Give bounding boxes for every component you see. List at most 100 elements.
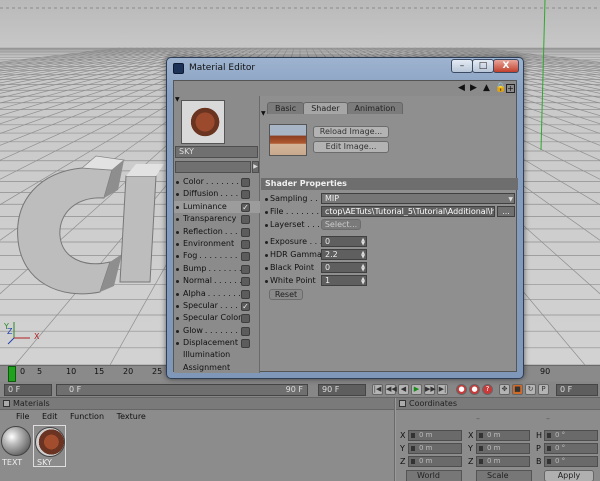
hdr-gamma-field[interactable]: 2.2 ▲ ▼	[321, 249, 367, 260]
channel-checkbox[interactable]	[241, 239, 250, 249]
spinner-icon[interactable]: ▲ ▼	[361, 238, 365, 247]
spinner-icon[interactable]: ▲ ▼	[361, 277, 365, 286]
size-y-field[interactable]: 0 m	[476, 443, 530, 454]
channel-item[interactable]: Glow. . . . . . . .	[174, 325, 260, 337]
pos-x-field[interactable]: 0 m	[408, 430, 462, 441]
channel-checkbox[interactable]	[241, 264, 250, 274]
param-key-icon[interactable]: P	[538, 384, 549, 395]
autokey-icon[interactable]: ●	[469, 384, 480, 395]
tab-shader[interactable]: Shader	[303, 102, 348, 114]
scale-key-icon[interactable]: ■	[512, 384, 523, 395]
plus-icon[interactable]: +	[506, 84, 515, 93]
white-point-field[interactable]: 1 ▲ ▼	[321, 275, 367, 286]
fps-field[interactable]: 0 F	[556, 384, 598, 396]
coordinate-mode-dropdown[interactable]: World	[406, 470, 462, 481]
preview-menu-icon[interactable]: ▼	[175, 96, 180, 103]
black-point-field[interactable]: 0 ▲ ▼	[321, 262, 367, 273]
spinner-icon[interactable]: ▲ ▼	[361, 251, 365, 260]
arrow-right-icon[interactable]: ▶	[470, 84, 477, 93]
maximize-button[interactable]: □	[472, 59, 494, 73]
close-button[interactable]: X	[493, 59, 519, 73]
channel-checkbox[interactable]	[241, 215, 250, 225]
channel-item[interactable]: Color. . . . . . .	[174, 176, 260, 188]
minimize-button[interactable]: –	[451, 59, 473, 73]
apply-button[interactable]: Apply	[544, 470, 594, 481]
channel-item[interactable]: Assignment	[174, 362, 260, 374]
rotate-key-icon[interactable]: ↻	[525, 384, 536, 395]
channel-item[interactable]: Fog. . . . . . . .	[174, 250, 260, 262]
channel-item[interactable]: Specular Color	[174, 312, 260, 324]
shader-menu-icon[interactable]: ▼	[261, 110, 266, 117]
rot-p-field[interactable]: 0 °	[544, 443, 598, 454]
channel-item[interactable]: Bump. . . . . . .	[174, 263, 260, 275]
panel-menu-icon[interactable]	[399, 400, 406, 407]
play-back-icon[interactable]: ◀	[398, 384, 409, 395]
expand-arrow-icon[interactable]: ▶	[252, 161, 259, 173]
reset-button[interactable]: Reset	[269, 289, 303, 300]
material-swatch-sky[interactable]: SKY	[33, 425, 66, 467]
file-path-field[interactable]: ctop\AETuts\Tutorial_5\Tutorial\Addition…	[321, 206, 495, 217]
window-title-bar[interactable]: Material Editor – □ X	[167, 58, 523, 79]
play-icon[interactable]: ▶	[411, 384, 422, 395]
channel-checkbox[interactable]	[241, 289, 250, 299]
layerset-select-button[interactable]: Select...	[321, 219, 361, 230]
edit-image-button[interactable]: Edit Image...	[313, 141, 389, 153]
size-x-field[interactable]: 0 m	[476, 430, 530, 441]
move-key-icon[interactable]: ✥	[499, 384, 510, 395]
channel-item[interactable]: Normal. . . . . .	[174, 275, 260, 287]
channel-item[interactable]: Alpha. . . . . . .	[174, 288, 260, 300]
menu-file[interactable]: File	[16, 412, 29, 421]
channel-checkbox[interactable]: ✓	[241, 202, 250, 212]
current-frame-field[interactable]: 0 F	[4, 384, 52, 396]
exposure-field[interactable]: 0 ▲ ▼	[321, 236, 367, 247]
record-icon[interactable]: ●	[456, 384, 467, 395]
channel-checkbox[interactable]	[241, 339, 250, 349]
pos-y-field[interactable]: 0 m	[408, 443, 462, 454]
next-key-icon[interactable]: ▶▶	[424, 384, 436, 395]
sampling-dropdown[interactable]: MIP ▼	[321, 193, 515, 204]
tab-basic[interactable]: Basic	[267, 102, 305, 114]
channel-item[interactable]: Illumination	[174, 349, 260, 361]
channel-item[interactable]: Luminance ✓	[174, 200, 260, 214]
tab-animation[interactable]: Animation	[346, 102, 404, 114]
keyframe-help-icon[interactable]: ?	[482, 384, 493, 395]
channel-checkbox[interactable]	[241, 178, 250, 187]
end-frame-field[interactable]: 90 F	[318, 384, 366, 396]
spinner-icon[interactable]: ▲ ▼	[361, 264, 365, 273]
channel-checkbox[interactable]	[241, 190, 250, 200]
range-slider[interactable]: 0 F 90 F	[56, 384, 308, 396]
material-preview-icon[interactable]	[181, 100, 225, 144]
3d-text-object[interactable]	[17, 155, 164, 295]
up-arrow-icon[interactable]: ▲	[483, 84, 490, 93]
menu-edit[interactable]: Edit	[42, 412, 58, 421]
channel-item[interactable]: Displacement	[174, 337, 260, 349]
arrow-left-icon[interactable]: ◀	[458, 84, 465, 93]
rot-h-field[interactable]: 0 °	[544, 430, 598, 441]
pos-z-field[interactable]: 0 m	[408, 456, 462, 467]
time-cursor[interactable]	[8, 366, 16, 382]
prev-key-icon[interactable]: ◀◀	[385, 384, 397, 395]
material-name-field[interactable]: SKY	[175, 146, 258, 158]
channel-checkbox[interactable]	[241, 277, 250, 287]
channel-item[interactable]: Environment	[174, 238, 260, 250]
reload-image-button[interactable]: Reload Image...	[313, 126, 389, 138]
size-z-field[interactable]: 0 m	[476, 456, 530, 467]
panel-menu-icon[interactable]	[3, 400, 10, 407]
menu-function[interactable]: Function	[70, 412, 104, 421]
menu-texture[interactable]: Texture	[117, 412, 146, 421]
channel-item[interactable]: Specular. . . . . ✓	[174, 300, 260, 312]
channel-checkbox[interactable]	[241, 326, 250, 336]
channel-item[interactable]: Diffusion. . . . .	[174, 188, 260, 200]
material-name-bar[interactable]	[175, 161, 251, 173]
browse-button[interactable]: ...	[497, 206, 515, 217]
size-mode-dropdown[interactable]: Scale	[476, 470, 532, 481]
channel-item[interactable]: Transparency	[174, 213, 260, 225]
channel-checkbox[interactable]: ✓	[241, 301, 250, 311]
channel-checkbox[interactable]	[241, 252, 250, 262]
channel-checkbox[interactable]	[241, 314, 250, 324]
go-end-icon[interactable]: ▶|	[437, 384, 448, 395]
channel-checkbox[interactable]	[241, 227, 250, 237]
go-start-icon[interactable]: |◀	[372, 384, 383, 395]
rot-b-field[interactable]: 0 °	[544, 456, 598, 467]
channel-item[interactable]: Reflection. . . .	[174, 226, 260, 238]
